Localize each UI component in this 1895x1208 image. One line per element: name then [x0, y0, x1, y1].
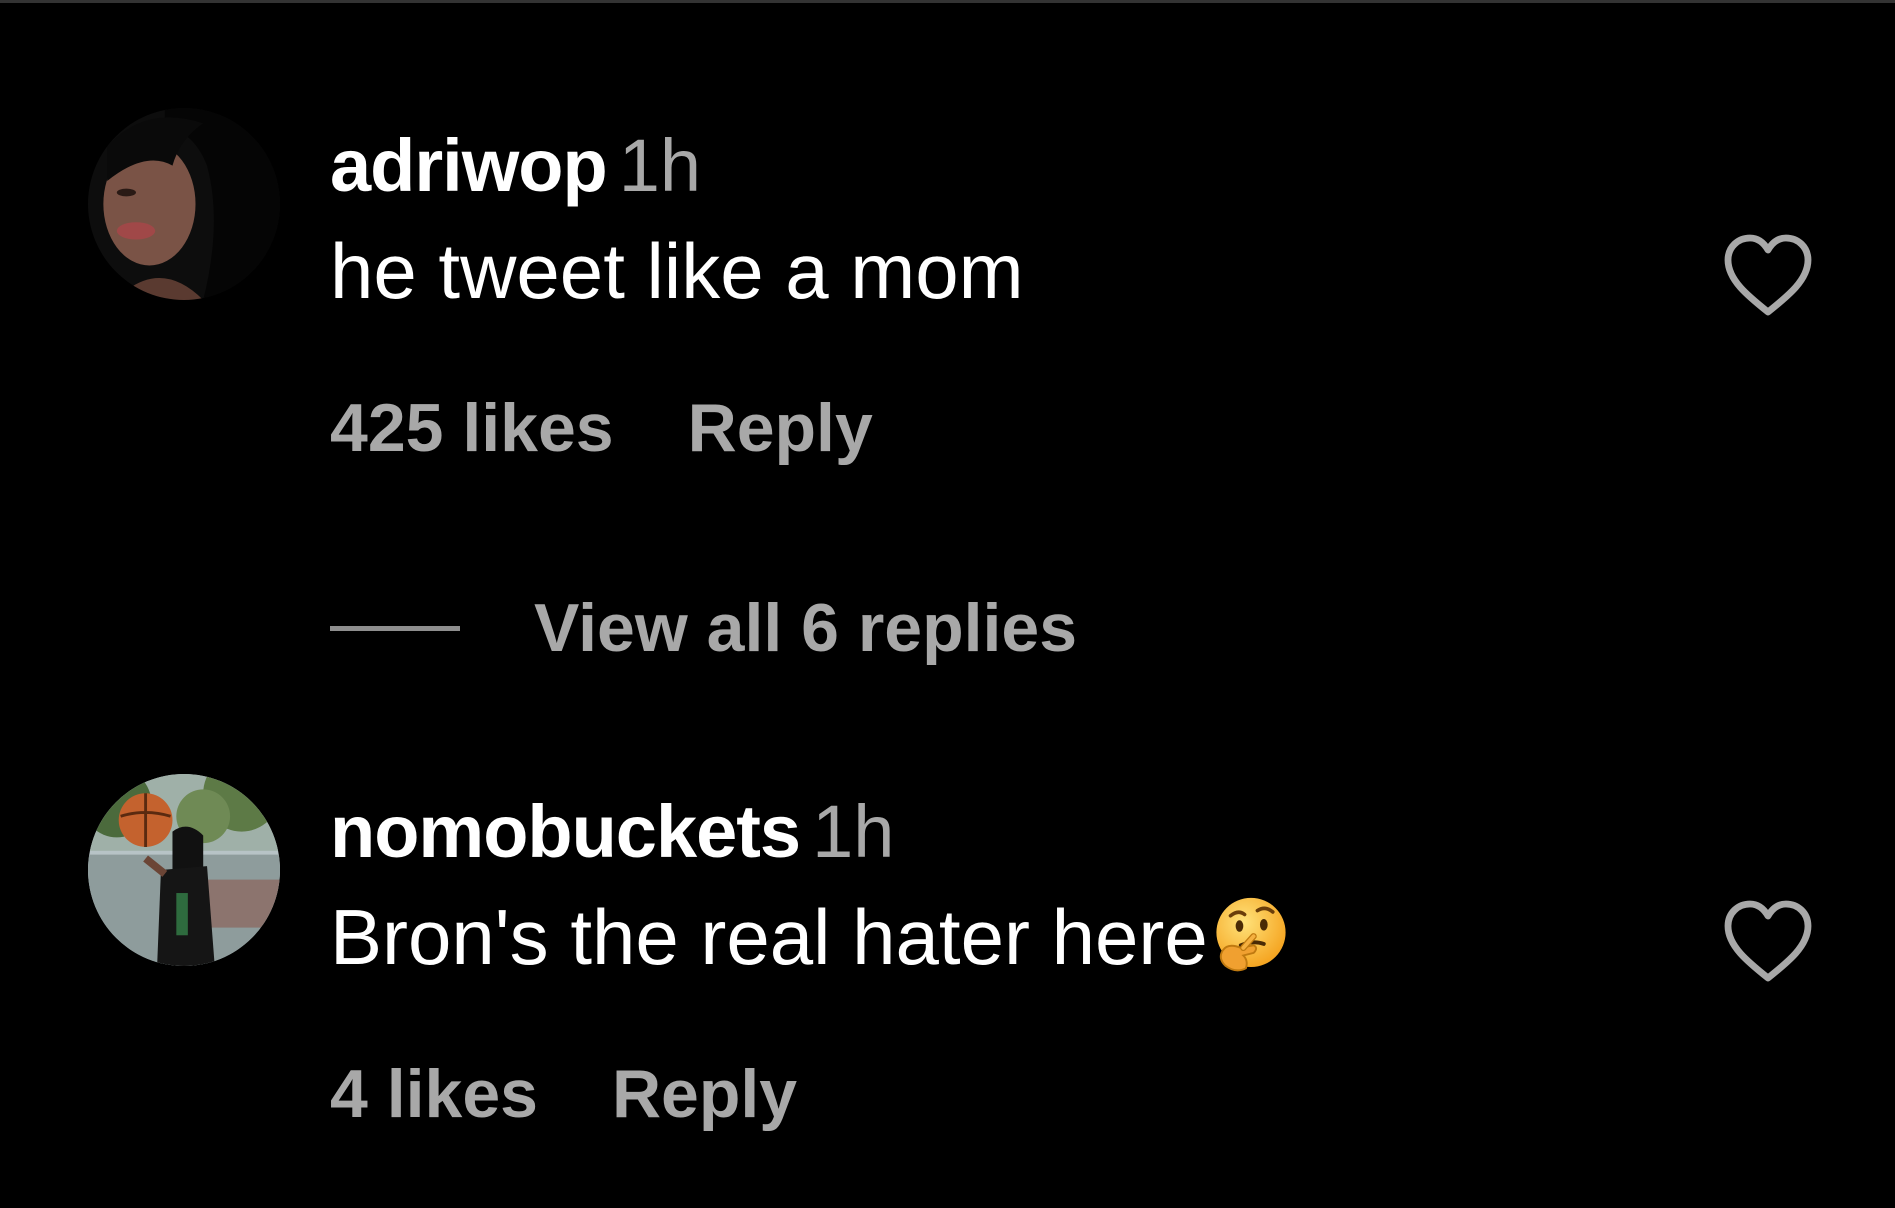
- avatar-photo-icon: [88, 108, 280, 300]
- comment-text: Bron's the real hater here: [330, 894, 1292, 980]
- reply-button[interactable]: Reply: [688, 390, 873, 466]
- comment-actions: 425 likes Reply: [330, 390, 873, 466]
- replies-divider: [330, 625, 460, 631]
- view-replies-label: View all 6 replies: [534, 590, 1078, 666]
- username[interactable]: adriwop: [330, 124, 608, 207]
- like-button[interactable]: [1720, 232, 1816, 322]
- like-button[interactable]: [1720, 898, 1816, 988]
- reply-button[interactable]: Reply: [612, 1056, 797, 1132]
- avatar[interactable]: [88, 108, 280, 300]
- heart-outline-icon: [1724, 234, 1812, 316]
- comment-text: he tweet like a mom: [330, 227, 1024, 315]
- timestamp: 1h: [618, 124, 701, 207]
- heart-outline-icon: [1724, 900, 1812, 982]
- comment-header: nomobuckets 1h: [330, 792, 894, 872]
- like-count[interactable]: 425 likes: [330, 390, 614, 466]
- timestamp: 1h: [812, 790, 895, 873]
- comments-screen: adriwop 1h he tweet like a mom 425 likes R…: [0, 0, 1895, 1208]
- avatar-photo-icon: [88, 774, 280, 966]
- avatar[interactable]: [88, 774, 280, 966]
- comment-header: adriwop 1h: [330, 126, 701, 206]
- top-divider: [0, 0, 1895, 3]
- comment-text-body: Bron's the real hater here: [330, 893, 1208, 981]
- thinking-face-emoji-icon: [1216, 897, 1286, 972]
- comment-actions: 4 likes Reply: [330, 1056, 797, 1132]
- like-count[interactable]: 4 likes: [330, 1056, 538, 1132]
- view-replies-button[interactable]: View all 6 replies: [330, 588, 1077, 668]
- username[interactable]: nomobuckets: [330, 790, 801, 873]
